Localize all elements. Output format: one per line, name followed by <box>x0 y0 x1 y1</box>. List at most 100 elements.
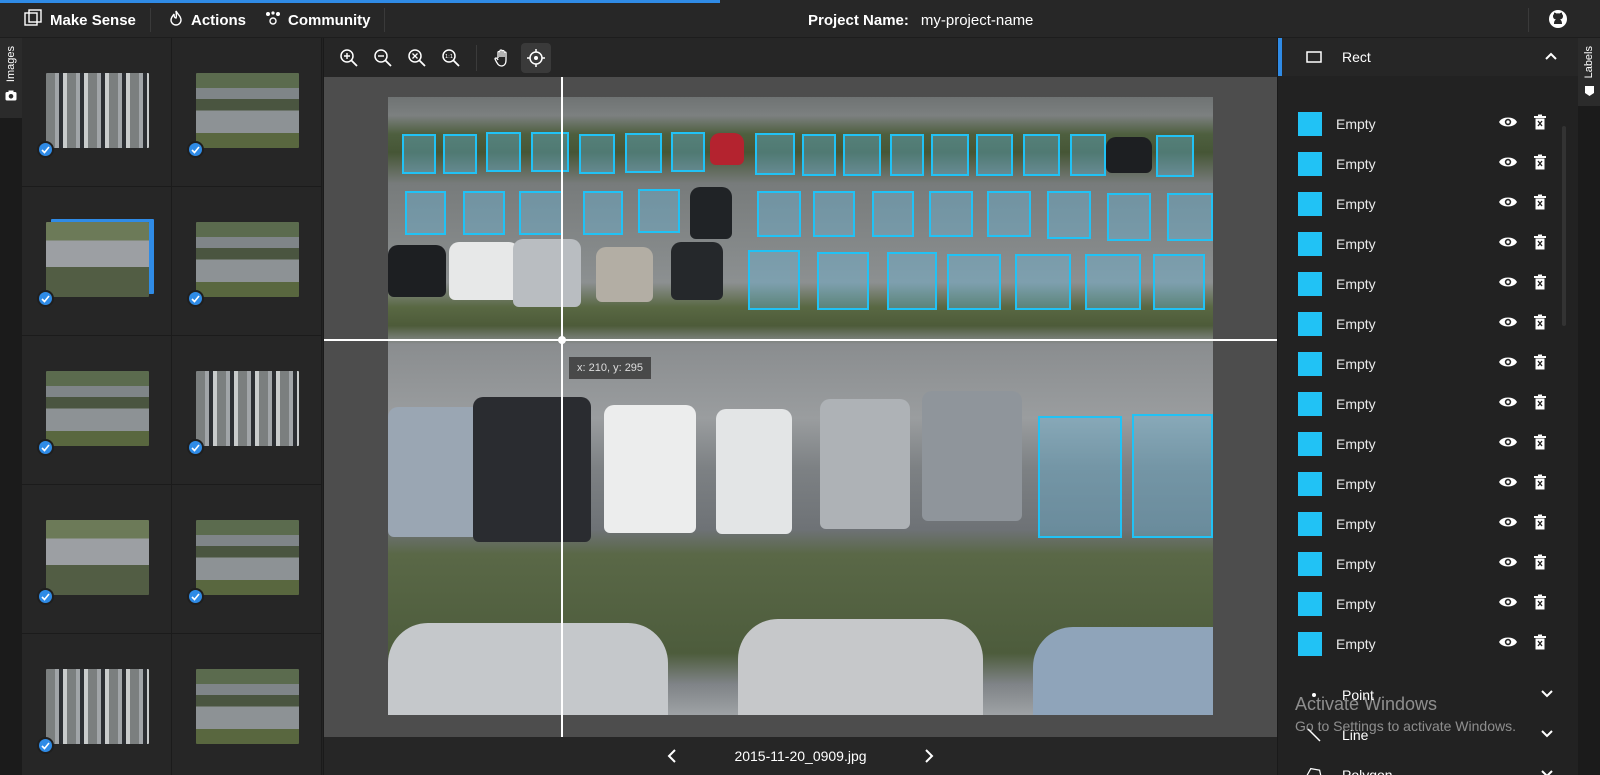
bounding-box[interactable] <box>531 132 569 172</box>
bounding-box[interactable] <box>813 191 855 237</box>
eye-icon[interactable] <box>1498 155 1518 174</box>
bounding-box[interactable] <box>625 133 662 173</box>
label-name[interactable]: Empty <box>1336 596 1376 612</box>
label-name[interactable]: Empty <box>1336 436 1376 452</box>
eye-icon[interactable] <box>1498 595 1518 614</box>
bounding-box[interactable] <box>463 191 505 235</box>
label-item[interactable]: Empty <box>1278 544 1560 584</box>
eye-icon[interactable] <box>1498 315 1518 334</box>
label-color-swatch[interactable] <box>1298 592 1322 616</box>
zoom-in-button[interactable] <box>334 43 364 73</box>
bounding-box[interactable] <box>443 134 477 174</box>
label-name[interactable]: Empty <box>1336 356 1376 372</box>
bounding-box[interactable] <box>1047 191 1091 239</box>
brand[interactable]: Make Sense <box>24 9 136 31</box>
delete-icon[interactable] <box>1533 274 1547 295</box>
bounding-box[interactable] <box>1153 254 1205 310</box>
label-color-swatch[interactable] <box>1298 512 1322 536</box>
image-thumbnail[interactable] <box>172 38 322 187</box>
pan-button[interactable] <box>487 43 517 73</box>
label-item[interactable]: Empty <box>1278 144 1560 184</box>
actions-menu[interactable]: Actions <box>168 9 246 31</box>
label-item[interactable]: Empty <box>1278 624 1560 664</box>
image-thumbnail[interactable] <box>22 38 172 187</box>
image-thumbnail[interactable] <box>172 336 322 485</box>
bounding-box[interactable] <box>1107 193 1151 241</box>
labels-tab[interactable]: Labels <box>1578 38 1600 106</box>
image-thumbnail[interactable] <box>172 485 322 634</box>
eye-icon[interactable] <box>1498 195 1518 214</box>
image-thumbnail[interactable] <box>22 634 172 775</box>
image-thumbnail[interactable] <box>172 187 322 336</box>
eye-icon[interactable] <box>1498 555 1518 574</box>
image-thumbnail-selected[interactable] <box>22 187 172 336</box>
bounding-box[interactable] <box>1156 135 1194 177</box>
label-color-swatch[interactable] <box>1298 552 1322 576</box>
label-item[interactable]: Empty <box>1278 504 1560 544</box>
label-name[interactable]: Empty <box>1336 476 1376 492</box>
next-image-button[interactable] <box>922 748 936 764</box>
delete-icon[interactable] <box>1533 354 1547 375</box>
label-list-scrollbar[interactable] <box>1562 126 1566 326</box>
bounding-box[interactable] <box>1085 254 1141 310</box>
bounding-box[interactable] <box>843 134 881 176</box>
label-color-swatch[interactable] <box>1298 232 1322 256</box>
bounding-box[interactable] <box>1132 414 1213 538</box>
bounding-box[interactable] <box>1167 193 1213 241</box>
crosshair-button[interactable] <box>521 42 551 73</box>
label-item[interactable]: Empty <box>1278 104 1560 144</box>
bounding-box[interactable] <box>638 189 680 233</box>
label-item[interactable]: Empty <box>1278 304 1560 344</box>
label-item[interactable]: Empty <box>1278 584 1560 624</box>
delete-icon[interactable] <box>1533 194 1547 215</box>
bounding-box[interactable] <box>671 132 705 172</box>
label-name[interactable]: Empty <box>1336 276 1376 292</box>
label-name[interactable]: Empty <box>1336 636 1376 652</box>
bounding-box[interactable] <box>947 254 1001 310</box>
zoom-out-button[interactable] <box>368 43 398 73</box>
label-name[interactable]: Empty <box>1336 516 1376 532</box>
bounding-box[interactable] <box>1015 254 1071 310</box>
delete-icon[interactable] <box>1533 394 1547 415</box>
eye-icon[interactable] <box>1498 355 1518 374</box>
label-color-swatch[interactable] <box>1298 152 1322 176</box>
delete-icon[interactable] <box>1533 314 1547 335</box>
delete-icon[interactable] <box>1533 634 1547 655</box>
delete-icon[interactable] <box>1533 514 1547 535</box>
community-menu[interactable]: Community <box>265 9 371 31</box>
delete-icon[interactable] <box>1533 434 1547 455</box>
delete-icon[interactable] <box>1533 154 1547 175</box>
label-name[interactable]: Empty <box>1336 556 1376 572</box>
eye-icon[interactable] <box>1498 235 1518 254</box>
rect-label-section-header[interactable]: Rect <box>1278 38 1579 76</box>
label-item[interactable]: Empty <box>1278 384 1560 424</box>
previous-image-button[interactable] <box>665 748 679 764</box>
label-name[interactable]: Empty <box>1336 316 1376 332</box>
label-color-swatch[interactable] <box>1298 352 1322 376</box>
label-item[interactable]: Empty <box>1278 424 1560 464</box>
label-item[interactable]: Empty <box>1278 464 1560 504</box>
bounding-box[interactable] <box>486 132 521 172</box>
bounding-box[interactable] <box>579 134 615 174</box>
bounding-box[interactable] <box>748 250 800 310</box>
eye-icon[interactable] <box>1498 635 1518 654</box>
eye-icon[interactable] <box>1498 515 1518 534</box>
image-thumbnail[interactable] <box>22 336 172 485</box>
bounding-box[interactable] <box>583 191 623 235</box>
bounding-box[interactable] <box>929 191 973 237</box>
bounding-box[interactable] <box>1070 134 1106 176</box>
bounding-box[interactable] <box>887 252 937 310</box>
label-color-swatch[interactable] <box>1298 392 1322 416</box>
label-name[interactable]: Empty <box>1336 116 1376 132</box>
label-name[interactable]: Empty <box>1336 236 1376 252</box>
label-name[interactable]: Empty <box>1336 396 1376 412</box>
label-item[interactable]: Empty <box>1278 224 1560 264</box>
label-name[interactable]: Empty <box>1336 156 1376 172</box>
bounding-box[interactable] <box>931 134 969 176</box>
bounding-box[interactable] <box>405 191 446 235</box>
zoom-fit-button[interactable] <box>402 43 432 73</box>
label-name[interactable]: Empty <box>1336 196 1376 212</box>
image-editor-canvas[interactable]: x: 210, y: 295 <box>324 77 1277 737</box>
bounding-box[interactable] <box>1023 134 1060 176</box>
eye-icon[interactable] <box>1498 115 1518 134</box>
